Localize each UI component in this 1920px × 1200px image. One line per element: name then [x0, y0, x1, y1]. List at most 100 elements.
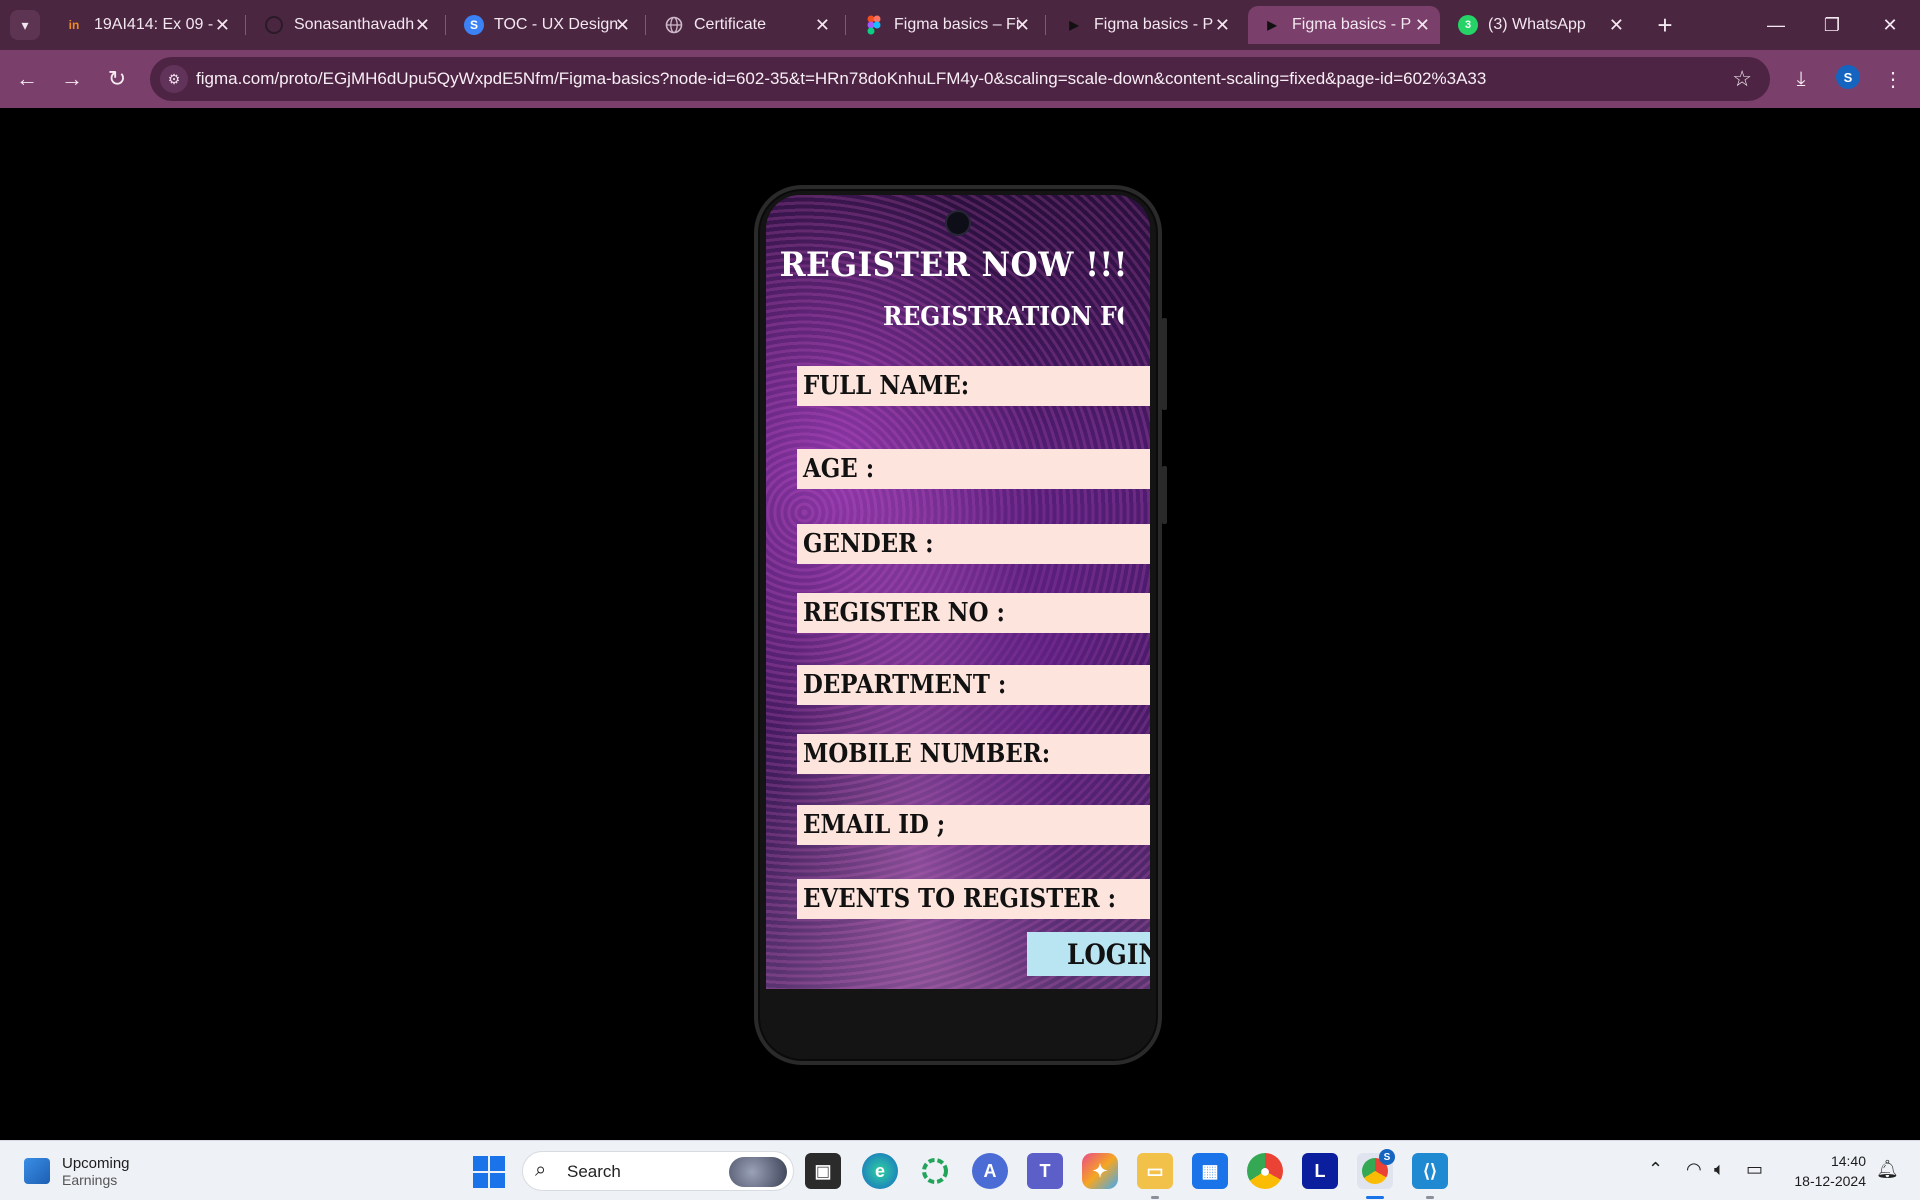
toc-icon: S — [464, 15, 484, 35]
events-to-register-field[interactable]: EVENTS TO REGISTER : — [797, 879, 1150, 919]
taskbar: Upcoming Earnings ⌕ Search ▣ e A T ✦ ▭ ▦… — [0, 1140, 1920, 1200]
play-icon: ▶ — [1267, 18, 1277, 32]
forward-button[interactable]: → — [55, 62, 89, 96]
figma-icon — [864, 15, 884, 35]
close-window-button[interactable]: ✕ — [1870, 8, 1910, 42]
field-label: REGISTER NO : — [803, 598, 1005, 628]
edge-icon[interactable]: e — [862, 1153, 898, 1189]
windows-logo-icon — [473, 1156, 488, 1171]
profile-avatar[interactable]: S — [1836, 65, 1860, 89]
field-label: FULL NAME: — [803, 371, 970, 401]
close-icon[interactable]: ✕ — [1215, 15, 1230, 36]
teams-icon[interactable]: T — [1027, 1153, 1063, 1189]
invision-icon: in — [68, 18, 80, 32]
registration-subtitle: REGISTRATION FOR — [883, 302, 1123, 332]
tab-separator — [845, 15, 846, 35]
start-button[interactable] — [473, 1156, 505, 1188]
running-indicator — [1426, 1196, 1434, 1199]
register-no-field[interactable]: REGISTER NO : — [797, 593, 1150, 633]
chrome-icon[interactable]: ● — [1247, 1153, 1283, 1189]
copilot-icon[interactable]: ✦ — [1082, 1153, 1118, 1189]
app-a-icon[interactable]: A — [972, 1153, 1008, 1189]
stocks-icon — [24, 1158, 50, 1184]
tab-strip: ▾ in 19AI414: Ex 09 - ✕ Sonasanthavadh ✕… — [0, 0, 1920, 50]
taskbar-search[interactable]: ⌕ Search — [522, 1151, 794, 1191]
search-icon: ⌕ — [535, 1159, 547, 1181]
tab-separator — [1045, 15, 1046, 35]
tab-figma-basics-proto-1[interactable]: ▶ Figma basics - P ✕ — [1050, 6, 1240, 44]
tab-figma-basics-file[interactable]: Figma basics – Fi ✕ — [850, 6, 1040, 44]
url-text[interactable]: figma.com/proto/EGjMH6dUpu5QyWxpdE5Nfm/F… — [196, 69, 1486, 89]
profile-badge: S — [1379, 1149, 1395, 1165]
whatsapp-icon: 3 — [1458, 15, 1478, 35]
new-tab-button[interactable]: + — [1650, 10, 1680, 40]
close-icon[interactable]: ✕ — [1015, 15, 1030, 36]
chrome-profile-icon[interactable]: S — [1357, 1149, 1395, 1189]
bookmark-star-icon[interactable]: ☆ — [1732, 66, 1752, 92]
phone-side-button — [1162, 466, 1167, 524]
tab-figma-basics-proto-active[interactable]: ▶ Figma basics - P ✕ — [1248, 6, 1440, 44]
phone-bottom-bezel — [766, 989, 1150, 1055]
search-placeholder: Search — [567, 1162, 621, 1181]
tab-whatsapp[interactable]: 3 (3) WhatsApp ✕ — [1444, 6, 1634, 44]
app-l-icon[interactable]: L — [1302, 1153, 1338, 1189]
file-explorer-icon[interactable]: ▭ — [1137, 1153, 1173, 1189]
widgets-button[interactable]: Upcoming Earnings — [24, 1149, 130, 1193]
close-icon[interactable]: ✕ — [615, 15, 630, 36]
field-label: EVENTS TO REGISTER : — [803, 884, 1117, 914]
tab-separator — [445, 15, 446, 35]
windows-logo-pane — [490, 1156, 505, 1171]
close-icon[interactable]: ✕ — [1415, 15, 1430, 36]
system-clock[interactable]: 14:40 18-12-2024 — [1782, 1151, 1866, 1191]
windows-logo-pane — [473, 1173, 488, 1188]
restore-icon: ❐ — [1823, 14, 1841, 35]
back-button[interactable]: ← — [10, 62, 44, 96]
department-field[interactable]: DEPARTMENT : — [797, 665, 1150, 705]
download-icon: ⤓ — [1796, 67, 1806, 90]
tab-github[interactable]: Sonasanthavadh ✕ — [250, 6, 440, 44]
tab-search-button[interactable]: ▾ — [10, 10, 40, 40]
github-icon — [264, 15, 284, 35]
downloads-button[interactable]: ⤓ — [1784, 62, 1818, 96]
field-label: AGE : — [803, 454, 875, 484]
tab-19ai414[interactable]: in 19AI414: Ex 09 - ✕ — [50, 6, 240, 44]
battery-icon[interactable]: ▭ — [1746, 1159, 1763, 1180]
email-id-field[interactable]: EMAIL ID ; — [797, 805, 1150, 845]
minimize-button[interactable]: — — [1756, 8, 1796, 42]
clock-time: 14:40 — [1830, 1153, 1866, 1169]
close-icon[interactable]: ✕ — [415, 15, 430, 36]
menu-button[interactable]: ⋮ — [1876, 62, 1910, 96]
field-label: MOBILE NUMBER: — [803, 739, 1051, 769]
close-icon[interactable]: ✕ — [815, 15, 830, 36]
field-label: DEPARTMENT : — [803, 670, 1007, 700]
restore-button[interactable]: ❐ — [1812, 8, 1852, 42]
field-label: GENDER : — [803, 529, 934, 559]
copilot-ring-icon[interactable] — [917, 1153, 953, 1189]
full-name-field[interactable]: FULL NAME: — [797, 366, 1150, 406]
login-label: LOGIN — [1067, 938, 1150, 971]
address-bar[interactable]: ⚙ figma.com/proto/EGjMH6dUpu5QyWxpdE5Nfm… — [150, 57, 1770, 101]
globe-icon — [664, 15, 684, 35]
widget-title: Upcoming — [62, 1154, 130, 1172]
close-icon: ✕ — [1882, 14, 1898, 35]
login-button[interactable]: LOGIN — [1027, 932, 1150, 976]
store-icon[interactable]: ▦ — [1192, 1153, 1228, 1189]
site-info-icon[interactable]: ⚙ — [160, 65, 188, 93]
tab-toc-ux-design[interactable]: S TOC - UX Design ✕ — [450, 6, 640, 44]
gender-field[interactable]: GENDER : — [797, 524, 1150, 564]
arrow-right-icon: → — [61, 66, 83, 91]
mobile-number-field[interactable]: MOBILE NUMBER: — [797, 734, 1150, 774]
age-field[interactable]: AGE : — [797, 449, 1150, 489]
wifi-icon[interactable]: ◠ — [1686, 1159, 1702, 1180]
volume-icon[interactable]: 🔈︎ — [1714, 1159, 1725, 1180]
camera-icon — [945, 210, 971, 236]
reload-button[interactable]: ↻ — [100, 62, 134, 96]
close-icon[interactable]: ✕ — [1609, 15, 1624, 36]
task-view-icon[interactable]: ▣ — [805, 1153, 841, 1189]
vscode-icon[interactable]: ⟨⟩ — [1412, 1153, 1448, 1189]
tab-certificate[interactable]: Certificate ✕ — [650, 6, 840, 44]
windows-logo-pane — [490, 1173, 505, 1188]
notification-bell-icon[interactable]: 🔔︎ — [1876, 1159, 1899, 1180]
close-icon[interactable]: ✕ — [215, 15, 230, 36]
chevron-up-icon[interactable]: ⌃ — [1648, 1159, 1663, 1180]
